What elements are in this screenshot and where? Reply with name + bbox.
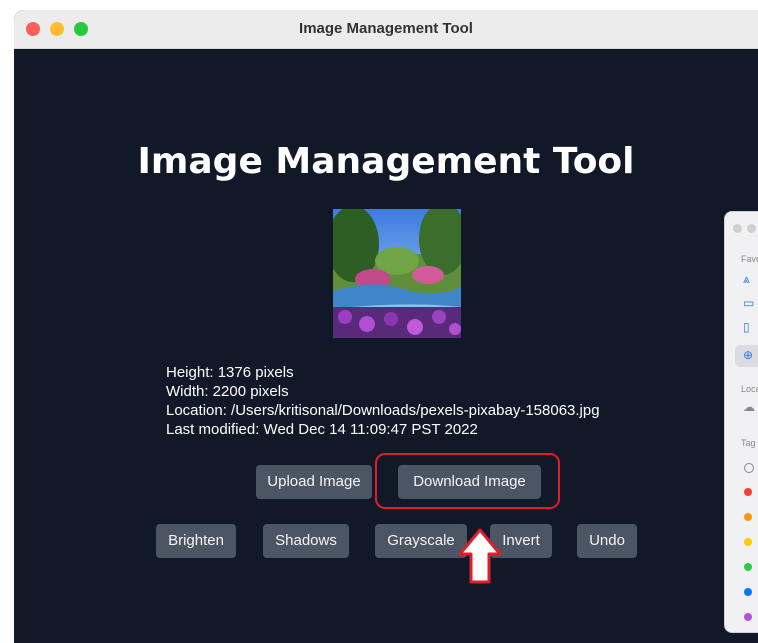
applications-icon[interactable]: ⩓ bbox=[743, 272, 750, 287]
finder-window: Favo ⩓ ▭ ▯ ⊕ Loca ☁ Tag bbox=[724, 211, 758, 633]
finder-favorites-header: Favo bbox=[741, 254, 758, 264]
icloud-icon[interactable]: ☁ bbox=[743, 400, 755, 414]
image-location: Location: /Users/kritisonal/Downloads/pe… bbox=[166, 402, 600, 419]
app-window: Image Management Tool Image Management T… bbox=[14, 10, 758, 643]
tag-green[interactable] bbox=[744, 563, 752, 571]
shadows-button[interactable]: Shadows bbox=[263, 524, 349, 558]
finder-locations-header: Loca bbox=[741, 384, 758, 394]
image-preview bbox=[333, 209, 461, 338]
upload-image-button[interactable]: Upload Image bbox=[256, 465, 372, 499]
documents-icon[interactable]: ▯ bbox=[743, 320, 750, 334]
window-title: Image Management Tool bbox=[299, 20, 473, 37]
image-width: Width: 2200 pixels bbox=[166, 383, 289, 400]
desktop-icon[interactable]: ▭ bbox=[743, 296, 754, 310]
up-arrow-icon bbox=[458, 528, 502, 584]
tag-yellow[interactable] bbox=[744, 538, 752, 546]
downloads-icon[interactable]: ⊕ bbox=[743, 348, 753, 362]
image-last-modified: Last modified: Wed Dec 14 11:09:47 PST 2… bbox=[166, 421, 478, 438]
image-info: Height: 1376 pixels Width: 2200 pixels L… bbox=[166, 363, 600, 439]
tag-orange[interactable] bbox=[744, 513, 752, 521]
page-title: Image Management Tool bbox=[137, 141, 635, 182]
tag-none[interactable] bbox=[744, 463, 754, 473]
tag-blue[interactable] bbox=[744, 588, 752, 596]
title-bar[interactable]: Image Management Tool bbox=[14, 10, 758, 49]
finder-tags-header: Tag bbox=[741, 438, 756, 448]
tag-red[interactable] bbox=[744, 488, 752, 496]
undo-button[interactable]: Undo bbox=[577, 524, 637, 558]
download-highlight-box bbox=[375, 453, 560, 509]
tag-purple[interactable] bbox=[744, 613, 752, 621]
grayscale-button[interactable]: Grayscale bbox=[375, 524, 467, 558]
image-height: Height: 1376 pixels bbox=[166, 364, 294, 381]
brighten-button[interactable]: Brighten bbox=[156, 524, 236, 558]
